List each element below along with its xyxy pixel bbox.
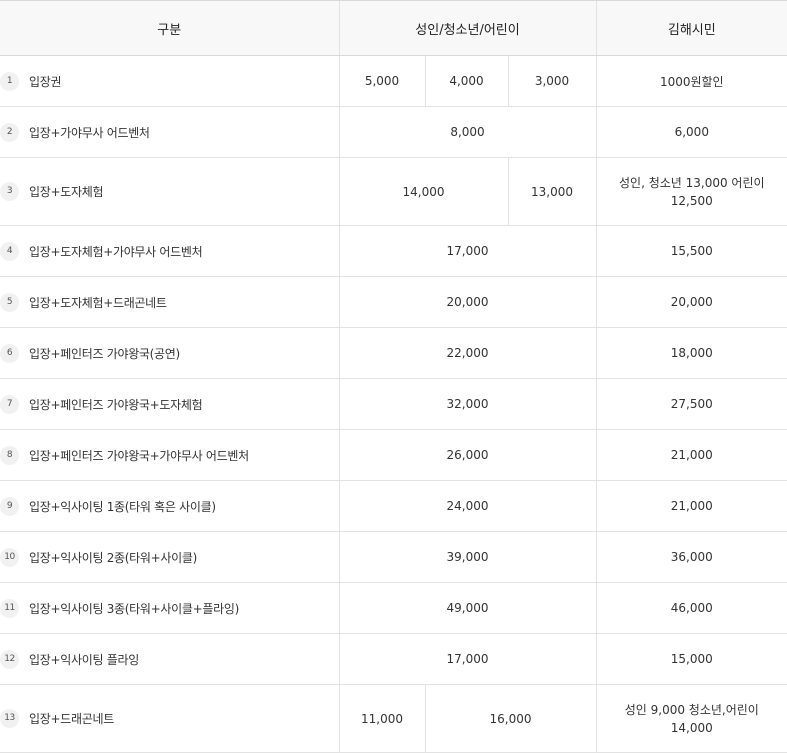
- citizen-price-line2: 14,000: [670, 720, 713, 735]
- item-cell: 3 입장+도자체험: [0, 157, 339, 226]
- item-cell: 11 입장+익사이팅 3종(타워+사이클+플라잉): [0, 582, 339, 634]
- citizen-price: 15,000: [595, 633, 787, 685]
- item-name: 입장+도자체험+가야무사 어드벤처: [29, 244, 203, 259]
- row-number-badge: 2: [0, 122, 19, 142]
- header-adult-youth-child: 성인/청소년/어린이: [338, 0, 597, 56]
- common-price: 49,000: [338, 582, 597, 634]
- item-name: 입장+익사이팅 3종(타워+사이클+플라잉): [29, 601, 239, 616]
- item-name: 입장+도자체험+드래곤네트: [29, 295, 167, 310]
- child-price: 13,000: [507, 157, 597, 226]
- citizen-price: 18,000: [595, 327, 787, 379]
- item-name: 입장+익사이팅 플라잉: [29, 652, 139, 667]
- citizen-price: 1000원할인: [595, 55, 787, 107]
- row-number-badge: 13: [0, 709, 19, 728]
- citizen-price: 성인 9,000 청소년,어린이 14,000: [595, 684, 787, 753]
- header-category: 구분: [0, 0, 339, 56]
- row-number-badge: 7: [0, 394, 19, 414]
- common-price: 20,000: [338, 276, 597, 328]
- table-row: 6 입장+페인터즈 가야왕국(공연) 22,000 18,000: [0, 327, 787, 379]
- row-number-badge: 4: [0, 241, 19, 261]
- citizen-price: 성인, 청소년 13,000 어린이 12,500: [595, 157, 787, 226]
- common-price: 17,000: [338, 633, 597, 685]
- row-number-badge: 12: [0, 649, 19, 669]
- price-table: 구분 성인/청소년/어린이 김해시민 1 입장권 5,000 4,000 3,00…: [0, 0, 787, 753]
- table-row: 1 입장권 5,000 4,000 3,000 1000원할인: [0, 55, 787, 107]
- table-row: 4 입장+도자체험+가야무사 어드벤처 17,000 15,500: [0, 225, 787, 277]
- header-gimhae-citizen: 김해시민: [595, 0, 787, 56]
- common-price: 8,000: [338, 106, 597, 158]
- row-number-badge: 6: [0, 343, 19, 363]
- item-cell: 13 입장+드래곤네트: [0, 684, 339, 753]
- table-row: 8 입장+페인터즈 가야왕국+가야무사 어드벤처 26,000 21,000: [0, 429, 787, 481]
- header-row: 구분 성인/청소년/어린이 김해시민: [0, 0, 787, 56]
- youth-price: 4,000: [424, 55, 508, 107]
- item-name: 입장+가야무사 어드벤처: [29, 125, 150, 140]
- item-cell: 4 입장+도자체험+가야무사 어드벤처: [0, 225, 339, 277]
- table-row: 11 입장+익사이팅 3종(타워+사이클+플라잉) 49,000 46,000: [0, 582, 787, 634]
- item-name: 입장+익사이팅 1종(타워 혹은 사이클): [29, 499, 216, 514]
- citizen-price: 15,500: [595, 225, 787, 277]
- row-number-badge: 3: [0, 182, 19, 201]
- citizen-price-line1: 성인 9,000 청소년,어린이: [624, 702, 759, 717]
- citizen-price: 6,000: [595, 106, 787, 158]
- common-price: 17,000: [338, 225, 597, 277]
- row-number-badge: 5: [0, 292, 19, 312]
- citizen-price: 21,000: [595, 480, 787, 532]
- table-row: 13 입장+드래곤네트 11,000 16,000 성인 9,000 청소년,어린…: [0, 684, 787, 753]
- citizen-price: 36,000: [595, 531, 787, 583]
- table-row: 7 입장+페인터즈 가야왕국+도자체험 32,000 27,500: [0, 378, 787, 430]
- item-cell: 1 입장권: [0, 55, 339, 107]
- common-price: 22,000: [338, 327, 597, 379]
- row-number-badge: 10: [0, 547, 19, 567]
- table-row: 9 입장+익사이팅 1종(타워 혹은 사이클) 24,000 21,000: [0, 480, 787, 532]
- common-price: 26,000: [338, 429, 597, 481]
- common-price: 24,000: [338, 480, 597, 532]
- item-name: 입장+페인터즈 가야왕국+가야무사 어드벤처: [29, 448, 249, 463]
- citizen-price: 21,000: [595, 429, 787, 481]
- item-name: 입장권: [29, 74, 62, 89]
- table-row: 2 입장+가야무사 어드벤처 8,000 6,000: [0, 106, 787, 158]
- common-price: 39,000: [338, 531, 597, 583]
- item-name: 입장+도자체험: [29, 185, 104, 199]
- item-cell: 12 입장+익사이팅 플라잉: [0, 633, 339, 685]
- citizen-price-line1: 성인, 청소년 13,000 어린이: [618, 175, 765, 190]
- table-row: 10 입장+익사이팅 2종(타워+사이클) 39,000 36,000: [0, 531, 787, 583]
- item-cell: 2 입장+가야무사 어드벤처: [0, 106, 339, 158]
- item-cell: 6 입장+페인터즈 가야왕국(공연): [0, 327, 339, 379]
- item-cell: 10 입장+익사이팅 2종(타워+사이클): [0, 531, 339, 583]
- item-cell: 5 입장+도자체험+드래곤네트: [0, 276, 339, 328]
- child-price: 3,000: [507, 55, 597, 107]
- adult-price: 11,000: [338, 684, 425, 753]
- table-row: 3 입장+도자체험 14,000 13,000 성인, 청소년 13,000 어린…: [0, 157, 787, 226]
- adult-price: 5,000: [338, 55, 425, 107]
- citizen-price-line2: 12,500: [670, 193, 713, 208]
- row-number-badge: 8: [0, 445, 19, 465]
- item-name: 입장+드래곤네트: [29, 712, 114, 726]
- item-name: 입장+페인터즈 가야왕국+도자체험: [29, 397, 203, 412]
- item-name: 입장+페인터즈 가야왕국(공연): [29, 346, 180, 361]
- citizen-price: 46,000: [595, 582, 787, 634]
- item-cell: 9 입장+익사이팅 1종(타워 혹은 사이클): [0, 480, 339, 532]
- youth-child-price: 16,000: [424, 684, 597, 753]
- item-name: 입장+익사이팅 2종(타워+사이클): [29, 550, 198, 565]
- common-price: 32,000: [338, 378, 597, 430]
- table-row: 5 입장+도자체험+드래곤네트 20,000 20,000: [0, 276, 787, 328]
- table-row: 12 입장+익사이팅 플라잉 17,000 15,000: [0, 633, 787, 685]
- row-number-badge: 1: [0, 71, 19, 91]
- citizen-price: 27,500: [595, 378, 787, 430]
- row-number-badge: 9: [0, 496, 19, 516]
- adult-youth-price: 14,000: [338, 157, 508, 226]
- citizen-price: 20,000: [595, 276, 787, 328]
- item-cell: 8 입장+페인터즈 가야왕국+가야무사 어드벤처: [0, 429, 339, 481]
- item-cell: 7 입장+페인터즈 가야왕국+도자체험: [0, 378, 339, 430]
- row-number-badge: 11: [0, 598, 19, 618]
